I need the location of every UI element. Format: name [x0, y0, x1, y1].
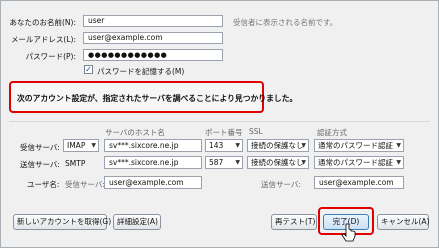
found-settings-message: 次のアカウント設定が、指定されたサーバを調べることにより見つかりました。 [17, 94, 298, 103]
outgoing-auth-select[interactable]: 通常のパスワード認証 ▼ [314, 156, 404, 169]
password-label: パスワード(P): [25, 52, 76, 61]
username-label: ユーザ名: [27, 180, 60, 189]
col-port-header: ポート番号 [205, 128, 243, 137]
chevron-down-icon: ▼ [301, 142, 306, 149]
incoming-type-value: IMAP [67, 141, 86, 150]
chevron-down-icon: ▼ [91, 142, 96, 149]
found-settings-notice: 次のアカウント設定が、指定されたサーバを調べることにより見つかりました。 [9, 81, 297, 113]
incoming-auth-value: 通常のパスワード認証 [318, 141, 393, 150]
col-ssl-header: SSL [249, 127, 263, 136]
outgoing-username-input[interactable]: user@example.com [314, 176, 404, 189]
name-input[interactable]: user [83, 15, 223, 27]
incoming-type-select[interactable]: IMAP ▼ [63, 139, 99, 152]
chevron-down-icon: ▼ [396, 159, 401, 166]
chevron-down-icon: ▼ [235, 159, 240, 166]
mouse-pointer-icon [341, 223, 356, 242]
incoming-user-label: 受信サーバ: [65, 180, 105, 189]
outgoing-host-input[interactable]: sv***.sixcore.ne.jp [104, 156, 202, 169]
outgoing-auth-value: 通常のパスワード認証 [318, 158, 393, 167]
col-host-header: サーバのホスト名 [105, 128, 165, 137]
advanced-settings-button[interactable]: 詳細設定(A) [113, 214, 161, 230]
incoming-ssl-select[interactable]: 接続の保護なし ▼ [247, 139, 309, 152]
retest-button[interactable]: 再テスト(T) [271, 214, 317, 230]
cancel-button[interactable]: キャンセル(A) [377, 214, 429, 230]
chevron-down-icon: ▼ [235, 142, 240, 149]
remember-password-checkbox[interactable]: ✓ [84, 65, 93, 74]
name-label: あなたのお名前(N): [9, 18, 77, 27]
outgoing-server-label: 送信サーバ: [20, 160, 60, 169]
incoming-port-value: 143 [209, 141, 224, 150]
incoming-host-input[interactable]: sv***.sixcore.ne.jp [104, 139, 202, 152]
outgoing-user-label: 送信サーバ: [261, 180, 301, 189]
incoming-port-select[interactable]: 143 ▼ [205, 139, 243, 152]
email-input[interactable]: user@example.com [83, 32, 223, 44]
incoming-ssl-value: 接続の保護なし [251, 141, 304, 150]
section-divider [9, 121, 430, 122]
outgoing-ssl-select[interactable]: 接続の保護なし ▼ [247, 156, 309, 169]
name-hint: 受信者に表示される名前です。 [233, 18, 338, 27]
account-setup-dialog: あなたのお名前(N): user 受信者に表示される名前です。 メールアドレス(… [0, 0, 439, 248]
col-auth-header: 認証方式 [317, 128, 347, 137]
email-label: メールアドレス(L): [10, 35, 76, 44]
outgoing-port-select[interactable]: 587 ▼ [205, 156, 243, 169]
get-new-account-button[interactable]: 新しいアカウントを取得(G) [13, 214, 111, 230]
outgoing-port-value: 587 [209, 158, 224, 167]
chevron-down-icon: ▼ [396, 142, 401, 149]
incoming-username-input[interactable]: user@example.com [104, 176, 202, 189]
outgoing-type-value: SMTP [65, 159, 86, 168]
password-input[interactable]: ●●●●●●●●●●●● [83, 49, 223, 61]
remember-password-label[interactable]: パスワードを記憶する(M) [97, 66, 184, 77]
incoming-server-label: 受信サーバ: [20, 143, 60, 152]
outgoing-ssl-value: 接続の保護なし [251, 158, 304, 167]
incoming-auth-select[interactable]: 通常のパスワード認証 ▼ [314, 139, 404, 152]
chevron-down-icon: ▼ [301, 159, 306, 166]
